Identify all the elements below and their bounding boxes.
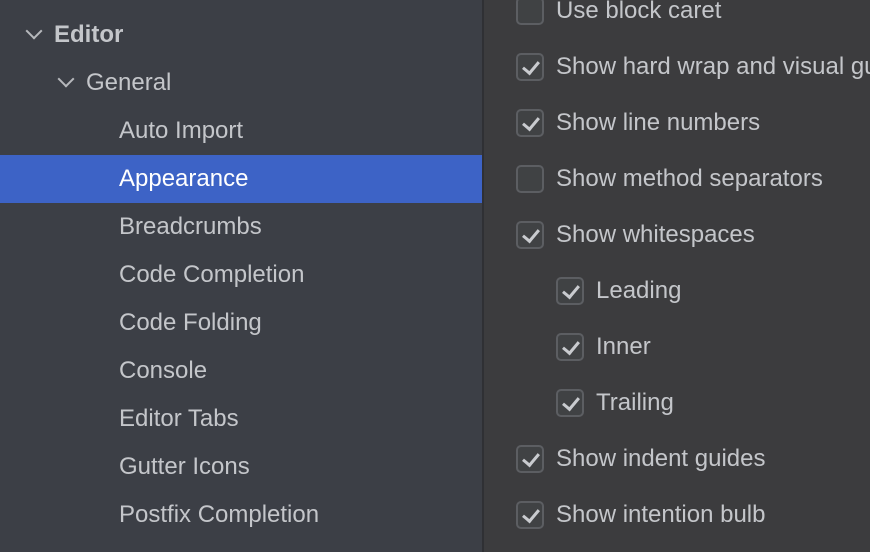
option-trailing[interactable]: Trailing — [556, 383, 674, 423]
tree-item-label: Console — [119, 357, 208, 384]
tree-item-label: Postfix Completion — [119, 501, 320, 528]
tree-item-label: Code Completion — [119, 261, 305, 288]
option-inner[interactable]: Inner — [556, 327, 651, 367]
show-hard-wrap-checkbox[interactable] — [516, 53, 544, 81]
chevron-down-icon[interactable] — [57, 70, 75, 88]
tree-item-label: Code Folding — [119, 309, 262, 336]
show-method-separators-checkbox[interactable] — [516, 165, 544, 193]
option-label: Inner — [596, 333, 651, 360]
show-line-numbers-checkbox[interactable] — [516, 109, 544, 137]
tree-item-label: General — [86, 69, 172, 96]
tree-item-appearance[interactable]: Appearance — [0, 155, 482, 203]
option-label: Leading — [596, 277, 682, 304]
trailing-checkbox[interactable] — [556, 389, 584, 417]
tree-item-breadcrumbs[interactable]: Breadcrumbs — [0, 203, 482, 251]
option-show-hard-wrap[interactable]: Show hard wrap and visual guides — [516, 47, 870, 87]
option-use-block-caret[interactable]: Use block caret — [516, 0, 721, 31]
option-label: Show method separators — [556, 165, 823, 192]
tree-item-editor-tabs[interactable]: Editor Tabs — [0, 395, 482, 443]
settings-sidebar: Editor General Auto Import Appearance Br… — [0, 0, 482, 552]
tree-item-general[interactable]: General — [0, 59, 482, 107]
appearance-options-panel: Use block caret Show hard wrap and visual… — [484, 0, 870, 552]
tree-item-label: Breadcrumbs — [119, 213, 262, 240]
tree-item-gutter-icons[interactable]: Gutter Icons — [0, 443, 482, 491]
option-show-whitespaces[interactable]: Show whitespaces — [516, 215, 755, 255]
option-label: Show intention bulb — [556, 501, 766, 528]
option-show-line-numbers[interactable]: Show line numbers — [516, 103, 760, 143]
option-label: Use block caret — [556, 0, 722, 24]
option-label: Show hard wrap and visual guides — [556, 53, 870, 80]
show-whitespaces-checkbox[interactable] — [516, 221, 544, 249]
tree-item-label: Gutter Icons — [119, 453, 250, 480]
use-block-caret-checkbox[interactable] — [516, 0, 544, 25]
tree-item-console[interactable]: Console — [0, 347, 482, 395]
tree-item-postfix-completion[interactable]: Postfix Completion — [0, 491, 482, 539]
option-show-method-separators[interactable]: Show method separators — [516, 159, 823, 199]
option-label: Show whitespaces — [556, 221, 755, 248]
option-label: Trailing — [596, 389, 674, 416]
tree-item-label: Auto Import — [119, 117, 244, 144]
tree-item-label: Editor — [54, 21, 124, 48]
tree-item-label: Appearance — [119, 165, 249, 192]
tree-item-code-folding[interactable]: Code Folding — [0, 299, 482, 347]
tree-item-label: Editor Tabs — [119, 405, 239, 432]
option-label: Show line numbers — [556, 109, 761, 136]
tree-item-editor[interactable]: Editor — [0, 11, 482, 59]
show-indent-guides-checkbox[interactable] — [516, 445, 544, 473]
option-leading[interactable]: Leading — [556, 271, 681, 311]
inner-checkbox[interactable] — [556, 333, 584, 361]
chevron-down-icon[interactable] — [25, 22, 43, 40]
tree-item-auto-import[interactable]: Auto Import — [0, 107, 482, 155]
option-show-intention-bulb[interactable]: Show intention bulb — [516, 495, 765, 535]
option-label: Show indent guides — [556, 445, 766, 472]
leading-checkbox[interactable] — [556, 277, 584, 305]
tree-item-code-completion[interactable]: Code Completion — [0, 251, 482, 299]
show-intention-bulb-checkbox[interactable] — [516, 501, 544, 529]
option-show-indent-guides[interactable]: Show indent guides — [516, 439, 765, 479]
